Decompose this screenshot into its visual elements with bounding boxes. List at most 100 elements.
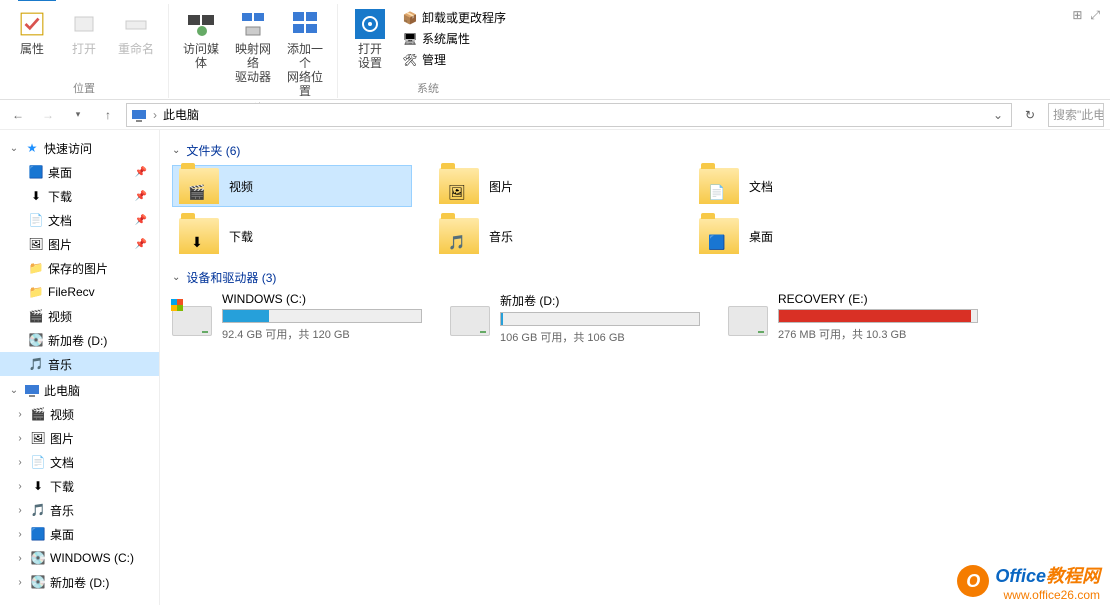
sidebar-item-label: 桌面	[48, 164, 131, 181]
drive-item[interactable]: WINDOWS (C:) 92.4 GB 可用，共 120 GB	[172, 292, 422, 345]
up-button[interactable]: ↑	[96, 103, 120, 127]
star-icon: ★	[24, 140, 40, 156]
sidebar-item[interactable]: 💽 新加卷 (D:)	[0, 328, 159, 352]
access-media-button[interactable]: 访问媒体	[177, 6, 225, 72]
map-drive-icon	[237, 8, 269, 40]
pin-icon: 📌	[135, 191, 159, 202]
ribbon-right-controls: ⊞ ⤢	[1062, 4, 1110, 27]
folders-grid: 🎬 视频 🖼 图片 📄 文档 ⬇ 下载 🎵 音乐 🟦 桌面	[172, 165, 1098, 257]
pin-icon: 📌	[135, 215, 159, 226]
address-bar[interactable]: › 此电脑 ⌄	[126, 103, 1012, 127]
drive-name: 新加卷 (D:)	[500, 292, 700, 309]
ribbon: 属性 打开 重命名 位置 访问媒体 映射网络 驱动器	[0, 0, 1110, 100]
sidebar-item[interactable]: 📁 FileRecv	[0, 280, 159, 304]
add-location-button[interactable]: 添加一个 网络位置	[281, 6, 329, 100]
folder-icon: 📁	[28, 284, 44, 300]
grid-icon[interactable]: ⊞	[1072, 8, 1082, 23]
manage-button[interactable]: 🛠管理	[398, 50, 510, 69]
recent-button[interactable]: ▾	[66, 103, 90, 127]
caret-right-icon: ›	[14, 409, 26, 420]
drives-header[interactable]: ⌄ 设备和驱动器 (3)	[172, 269, 1098, 286]
rename-button[interactable]: 重命名	[112, 6, 160, 58]
drive-free: 106 GB 可用，共 106 GB	[500, 329, 700, 345]
sidebar-quick-access[interactable]: ⌄ ★ 快速访问	[0, 136, 159, 160]
sidebar-item[interactable]: 🟦 桌面 📌	[0, 160, 159, 184]
sidebar-item[interactable]: › 🟦 桌面	[0, 522, 159, 546]
address-text: 此电脑	[163, 106, 199, 123]
sidebar-item[interactable]: 🎵 音乐	[0, 352, 159, 376]
settings-icon	[354, 8, 386, 40]
sidebar-item[interactable]: 🎬 视频	[0, 304, 159, 328]
caret-right-icon: ›	[14, 481, 26, 492]
forward-button[interactable]: →	[36, 103, 60, 127]
address-dropdown[interactable]: ⌄	[989, 108, 1007, 122]
sidebar-item-label: 文档	[48, 212, 131, 229]
folder-icon: 🎬	[30, 406, 46, 422]
sidebar-item[interactable]: › 🎬 视频	[0, 402, 159, 426]
ribbon-group-system: 打开 设置 📦卸载或更改程序 🖥系统属性 🛠管理 系统	[338, 4, 518, 98]
uninstall-button[interactable]: 📦卸载或更改程序	[398, 8, 510, 27]
pin-icon: 📌	[135, 167, 159, 178]
folder-icon: 💽	[28, 332, 44, 348]
expand-icon[interactable]: ⤢	[1090, 8, 1100, 23]
open-settings-button[interactable]: 打开 设置	[346, 6, 394, 72]
pc-icon	[24, 382, 40, 398]
map-drive-button[interactable]: 映射网络 驱动器	[229, 6, 277, 86]
drive-item[interactable]: RECOVERY (E:) 276 MB 可用，共 10.3 GB	[728, 292, 978, 345]
group-label-system: 系统	[417, 80, 439, 98]
folder-icon: 🟦	[28, 164, 44, 180]
folder-item[interactable]: 🖼 图片	[432, 165, 672, 207]
folder-icon: 💽	[30, 574, 46, 590]
folder-icon: 🟦	[699, 218, 739, 254]
sidebar-item[interactable]: 📁 保存的图片	[0, 256, 159, 280]
folder-icon: 🖼	[439, 168, 479, 204]
folder-icon: 📄	[699, 168, 739, 204]
back-button[interactable]: ←	[6, 103, 30, 127]
folder-item[interactable]: 🟦 桌面	[692, 215, 932, 257]
drive-bar	[500, 312, 700, 326]
folders-header[interactable]: ⌄ 文件夹 (6)	[172, 142, 1098, 159]
folder-icon: 🎵	[30, 502, 46, 518]
folder-item[interactable]: 📄 文档	[692, 165, 932, 207]
sidebar-item[interactable]: ⬇ 下载 📌	[0, 184, 159, 208]
sidebar-item[interactable]: 🖼 图片 📌	[0, 232, 159, 256]
drive-item[interactable]: 新加卷 (D:) 106 GB 可用，共 106 GB	[450, 292, 700, 345]
search-input[interactable]: 搜索"此电	[1048, 103, 1104, 127]
folder-item[interactable]: 🎬 视频	[172, 165, 412, 207]
sidebar-item[interactable]: › 🎵 音乐	[0, 498, 159, 522]
media-icon	[185, 8, 217, 40]
sidebar-item[interactable]: › 🖼 图片	[0, 426, 159, 450]
folder-label: 下载	[229, 228, 253, 245]
pin-icon: 📌	[135, 239, 159, 250]
drive-bar	[778, 309, 978, 323]
drive-name: RECOVERY (E:)	[778, 292, 978, 306]
sysprops-icon: 🖥	[402, 31, 418, 47]
sidebar-item-label: 保存的图片	[48, 260, 159, 277]
caret-down-icon: ⌄	[172, 272, 180, 283]
caret-right-icon: ›	[14, 553, 26, 564]
sidebar-item[interactable]: › 💽 新加卷 (D:)	[0, 570, 159, 594]
add-loc-icon	[289, 8, 321, 40]
drives-row: WINDOWS (C:) 92.4 GB 可用，共 120 GB 新加卷 (D:…	[172, 292, 1098, 345]
open-button[interactable]: 打开	[60, 6, 108, 58]
drive-icon	[728, 306, 768, 336]
caret-right-icon: ›	[14, 505, 26, 516]
sidebar-item[interactable]: › 📄 文档	[0, 450, 159, 474]
folder-item[interactable]: 🎵 音乐	[432, 215, 672, 257]
folder-icon: 🖼	[28, 236, 44, 252]
ribbon-group-location: 属性 打开 重命名 位置	[0, 4, 169, 98]
folder-icon: 🖼	[30, 430, 46, 446]
ribbon-group-network: 访问媒体 映射网络 驱动器 添加一个 网络位置 网络	[169, 4, 338, 98]
folder-label: 桌面	[749, 228, 773, 245]
sidebar-item[interactable]: 📄 文档 📌	[0, 208, 159, 232]
system-properties-button[interactable]: 🖥系统属性	[398, 29, 510, 48]
active-tab-accent	[18, 0, 56, 1]
sidebar-this-pc[interactable]: ⌄ 此电脑	[0, 378, 159, 402]
sidebar-item[interactable]: › ⬇ 下载	[0, 474, 159, 498]
address-row: ← → ▾ ↑ › 此电脑 ⌄ ↻ 搜索"此电	[0, 100, 1110, 130]
sidebar-item-label: 下载	[50, 478, 159, 495]
folder-item[interactable]: ⬇ 下载	[172, 215, 412, 257]
refresh-button[interactable]: ↻	[1018, 103, 1042, 127]
properties-button[interactable]: 属性	[8, 6, 56, 58]
sidebar-item[interactable]: › 💽 WINDOWS (C:)	[0, 546, 159, 570]
